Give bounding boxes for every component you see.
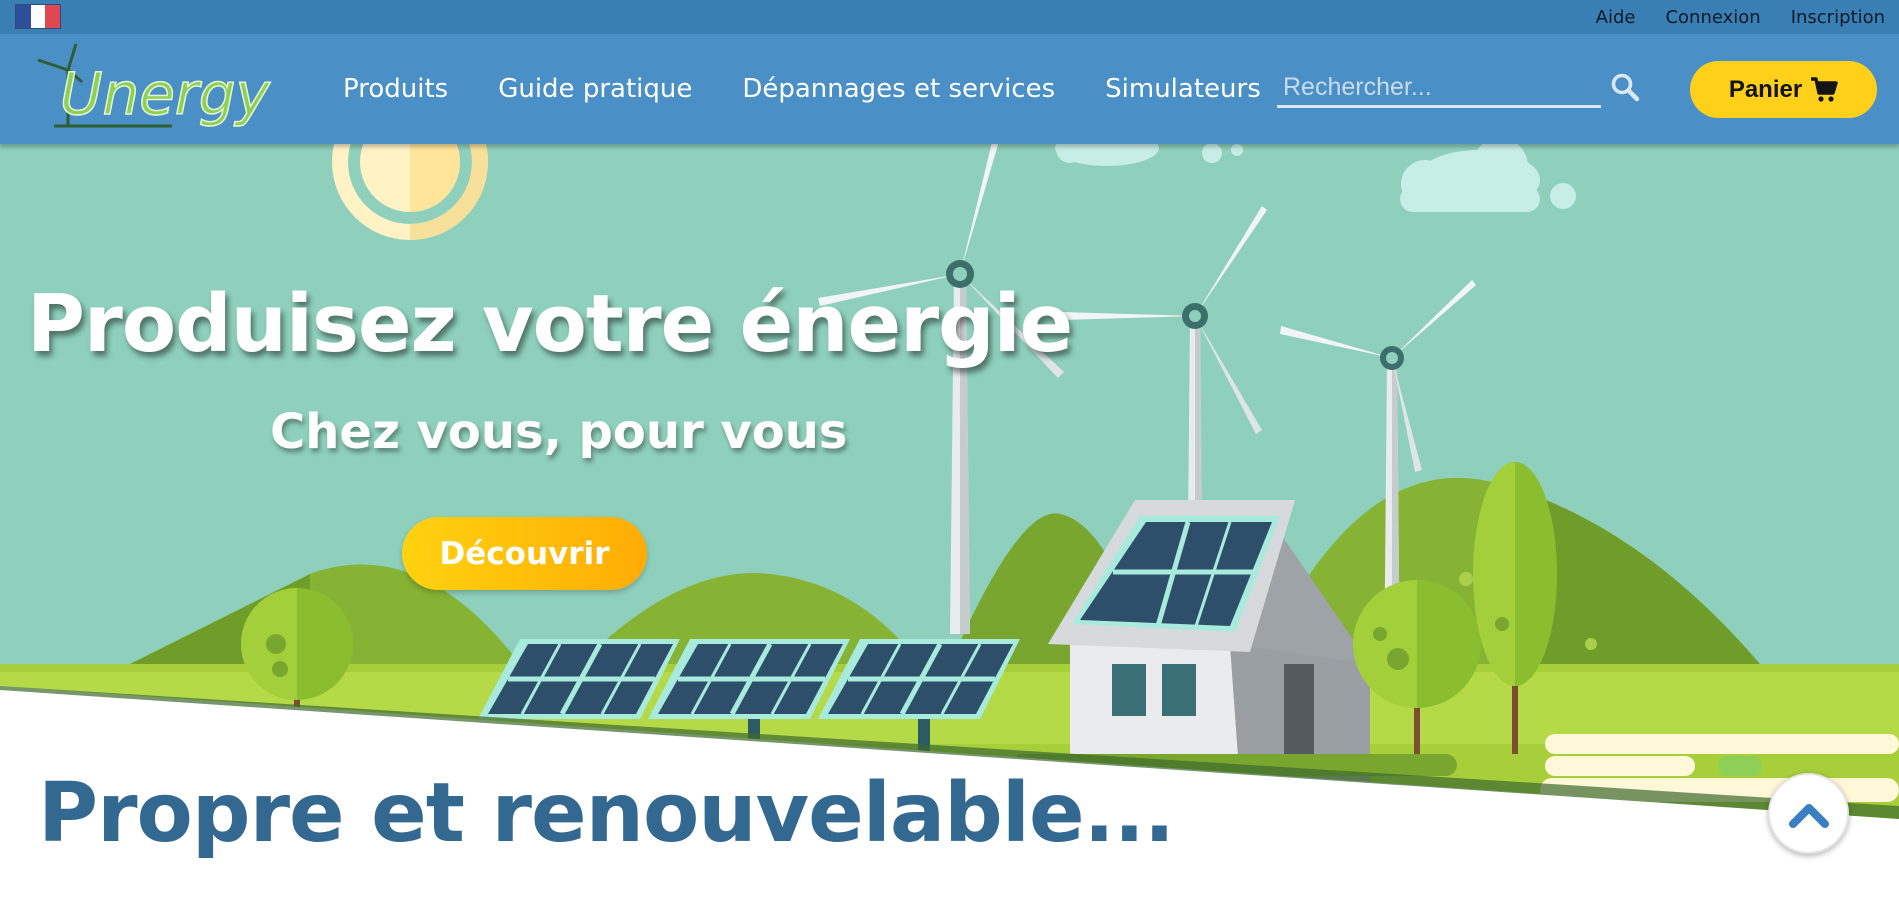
section-title: Propre et renouvelable... bbox=[38, 766, 1175, 861]
nav-item-depannages-services[interactable]: Dépannages et services bbox=[742, 74, 1055, 104]
search-input[interactable] bbox=[1277, 70, 1601, 105]
cart-label: Panier bbox=[1728, 75, 1803, 103]
help-link[interactable]: Aide bbox=[1596, 7, 1636, 28]
nav-item-simulateurs[interactable]: Simulateurs bbox=[1105, 74, 1261, 104]
cart-icon bbox=[1811, 76, 1838, 102]
top-bar: Aide Connexion Inscription bbox=[0, 0, 1899, 34]
chevron-up-icon bbox=[1788, 803, 1829, 828]
discover-button[interactable]: Découvrir bbox=[402, 517, 647, 590]
hero-title: Produisez votre énergie bbox=[27, 278, 1073, 370]
nav-item-produits[interactable]: Produits bbox=[343, 74, 448, 104]
flag-fr-icon[interactable] bbox=[15, 4, 61, 29]
search-icon[interactable] bbox=[1610, 72, 1640, 102]
top-links: Aide Connexion Inscription bbox=[1596, 0, 1885, 34]
logo-text: Unergy bbox=[60, 60, 271, 128]
nav-item-guide-pratique[interactable]: Guide pratique bbox=[498, 74, 692, 104]
signup-link[interactable]: Inscription bbox=[1791, 7, 1885, 28]
scroll-to-top-button[interactable] bbox=[1768, 773, 1849, 854]
main-nav: Produits Guide pratique Dépannages et se… bbox=[343, 34, 1261, 144]
cart-button[interactable]: Panier bbox=[1690, 61, 1877, 118]
main-navbar: Unergy Produits Guide pratique Dépannage… bbox=[0, 34, 1899, 144]
login-link[interactable]: Connexion bbox=[1665, 7, 1760, 28]
logo[interactable]: Unergy bbox=[32, 40, 272, 136]
hero-subtitle: Chez vous, pour vous bbox=[270, 404, 848, 460]
search-box bbox=[1277, 70, 1601, 108]
